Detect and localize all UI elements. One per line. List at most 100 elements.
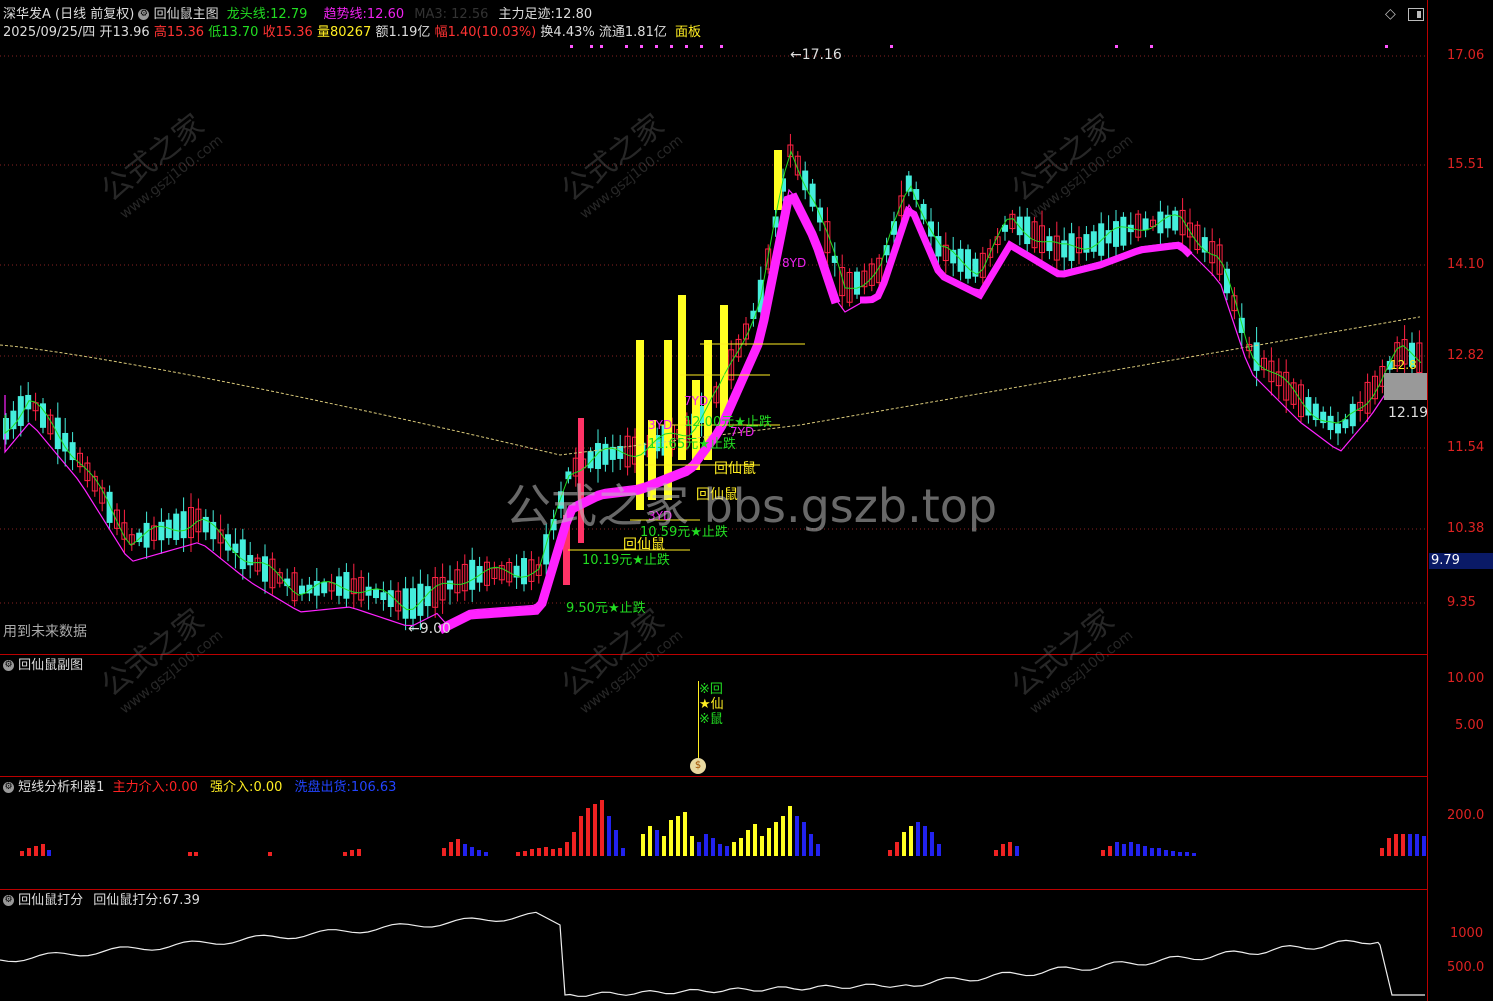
strong-in-label: 强介入: — [210, 780, 254, 795]
candle-body — [1172, 210, 1179, 231]
change-label: 幅 — [434, 25, 448, 40]
volume-bar — [268, 852, 272, 856]
change-value: 1.40(10.03%) — [447, 25, 537, 40]
volume-bar — [923, 826, 927, 856]
candle-body — [225, 534, 231, 551]
settings-icon[interactable]: ⚙ — [3, 782, 14, 793]
volume-label: 量 — [316, 25, 330, 40]
volume-bar — [1129, 842, 1133, 856]
volume-bar — [194, 852, 198, 856]
volume-bar — [937, 844, 941, 856]
candle-body — [1068, 233, 1075, 261]
amount-value: 1.19亿 — [388, 25, 431, 40]
candle-body — [1113, 221, 1119, 247]
volume-bar — [994, 850, 998, 856]
marker-dot — [640, 45, 643, 48]
turnover-label: 换 — [540, 25, 554, 40]
indicator-name[interactable]: 回仙鼠主图 — [154, 7, 219, 22]
volume-bar — [1122, 844, 1126, 856]
volume-bar — [697, 842, 701, 856]
volume-bar — [902, 832, 906, 856]
volume-bar — [1394, 834, 1398, 856]
candle-body — [321, 581, 328, 594]
marker-dot — [1115, 45, 1118, 48]
volume-bar — [788, 806, 792, 856]
float-label: 流通 — [598, 25, 625, 40]
candle-body — [1327, 415, 1334, 431]
volume-bar — [1422, 836, 1426, 856]
trend-line-value: 12.60 — [366, 7, 405, 22]
axis-label: 17.06 — [1447, 48, 1485, 63]
axis-label: 5.00 — [1455, 718, 1484, 733]
volume-bar — [1143, 846, 1147, 856]
volume-bar — [655, 830, 659, 856]
high-price-mark: ←17.16 — [790, 47, 842, 63]
candle-body — [173, 513, 180, 540]
axis-label: 15.51 — [1447, 157, 1485, 172]
low-label: 低 — [208, 25, 222, 40]
low-mark-value: 9.00 — [419, 621, 451, 637]
volume-bar — [350, 850, 354, 856]
score-value: 67.39 — [162, 893, 200, 908]
volume-bar — [909, 826, 913, 856]
axis-label: 10.00 — [1447, 671, 1485, 686]
volume-bar — [442, 848, 446, 856]
volume-bar — [600, 800, 604, 856]
settings-icon[interactable]: ⚙ — [138, 9, 150, 20]
volume-bar — [676, 816, 680, 856]
turnover-value: 4.43% — [553, 25, 595, 40]
sub1-title[interactable]: 回仙鼠副图 — [18, 658, 83, 673]
volume-bar — [449, 842, 453, 856]
volume-bar — [530, 849, 534, 856]
axis-label: 12.82 — [1447, 348, 1485, 363]
window-toggle-icon[interactable] — [1408, 8, 1424, 21]
candle-body — [343, 572, 350, 599]
volume-bar — [558, 848, 562, 856]
volume-bar — [1171, 851, 1175, 856]
sub1-header: ⚙ 回仙鼠副图 — [3, 657, 83, 675]
volume-bar — [20, 851, 24, 856]
diamond-icon[interactable]: ◇ — [1385, 6, 1396, 22]
candle-body — [373, 589, 379, 599]
high-mark-value: 17.16 — [801, 47, 842, 63]
close-label: 收 — [262, 25, 276, 40]
candle-body — [521, 558, 527, 585]
main-header: 深华发A (日线 前复权) ⚙ 回仙鼠主图 龙头线:12.79 趋势线:12.6… — [3, 6, 592, 24]
volume-bar — [572, 832, 576, 856]
volume-bar — [188, 852, 192, 856]
candle-body — [1335, 423, 1341, 434]
marker-dot — [590, 45, 593, 48]
volume-bar — [516, 852, 520, 856]
candle-body — [965, 249, 971, 279]
volume-bar — [1108, 846, 1112, 856]
yd-annotation: 3YD — [648, 418, 673, 432]
volume-bar — [1015, 846, 1019, 856]
settings-icon[interactable]: ⚙ — [3, 660, 14, 671]
volume-bar — [746, 830, 750, 856]
candle-body — [1046, 236, 1053, 252]
candle-body — [180, 511, 187, 539]
candle-body — [380, 592, 387, 601]
volume-bar — [456, 839, 460, 856]
panel-divider — [0, 889, 1427, 890]
volume-bar — [1136, 844, 1140, 856]
candle-body — [239, 539, 246, 570]
volume-bar — [739, 838, 743, 856]
right-mark: 12.8 — [1390, 358, 1417, 372]
volume-bar — [774, 822, 778, 856]
period-label[interactable]: (日线 前复权) — [55, 7, 134, 22]
board-label[interactable]: 面板 — [675, 25, 701, 40]
settings-icon[interactable]: ⚙ — [3, 895, 14, 906]
sub2-title[interactable]: 短线分析利器1 — [18, 780, 104, 795]
volume-bar — [1101, 850, 1105, 856]
open-label: 开 — [99, 25, 113, 40]
volume-bar — [621, 848, 625, 856]
volume-bar — [711, 838, 715, 856]
volume-bar — [579, 816, 583, 856]
volume-bar — [1150, 848, 1154, 856]
sub3-title[interactable]: 回仙鼠打分 — [18, 893, 83, 908]
stock-name[interactable]: 深华发A — [3, 7, 51, 22]
trend-line — [4, 188, 1422, 627]
volume-bar — [1185, 852, 1189, 856]
candle-body — [602, 443, 609, 465]
